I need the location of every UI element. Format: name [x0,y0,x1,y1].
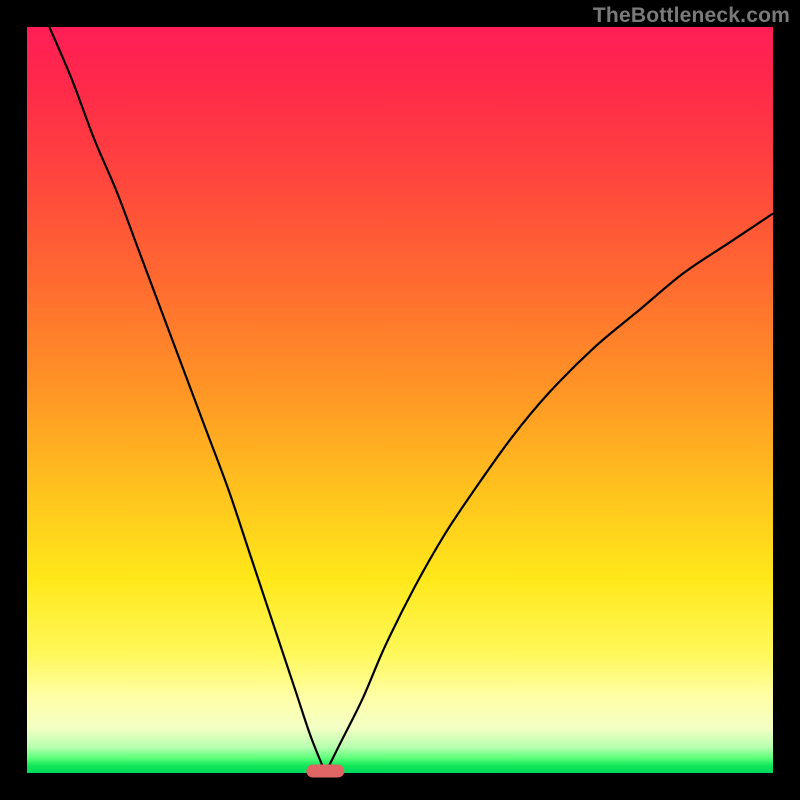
chart-frame: TheBottleneck.com [0,0,800,800]
curve-right-branch [325,214,773,774]
plot-area [27,27,773,773]
bottleneck-curve [27,27,773,773]
watermark-text: TheBottleneck.com [593,4,790,28]
curve-left-branch [49,27,325,773]
minimum-marker [307,765,344,778]
